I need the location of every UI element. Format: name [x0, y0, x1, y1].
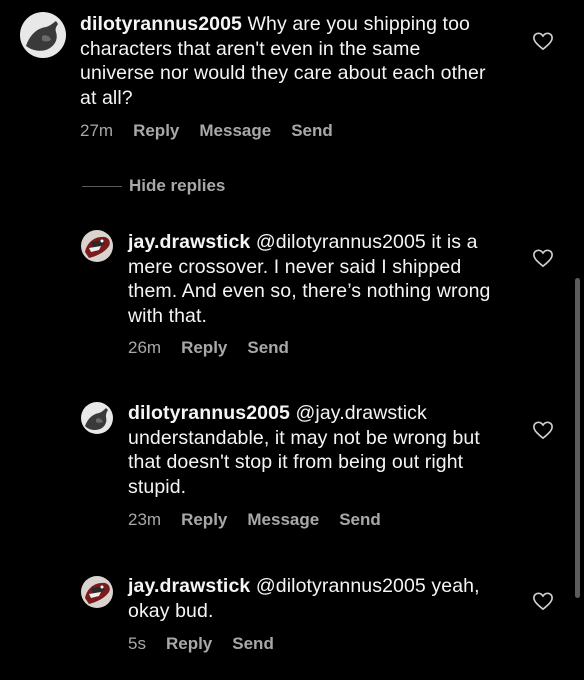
- comment-time: 5s: [128, 634, 146, 653]
- heart-icon[interactable]: [532, 591, 554, 611]
- comment-text: jay.drawstick @dilotyrannus2005 yeah, ok…: [128, 574, 500, 623]
- message-button[interactable]: Message: [199, 121, 271, 140]
- comment-text: jay.drawstick @dilotyrannus2005 it is a …: [128, 230, 500, 328]
- comment-time: 26m: [128, 338, 162, 357]
- avatar[interactable]: [20, 12, 66, 58]
- reply-button[interactable]: Reply: [133, 121, 179, 140]
- comment-username[interactable]: jay.drawstick: [128, 575, 250, 597]
- reply-button[interactable]: Reply: [181, 338, 227, 357]
- send-button[interactable]: Send: [291, 121, 333, 140]
- send-button[interactable]: Send: [247, 338, 289, 357]
- comment-username[interactable]: dilotyrannus2005: [128, 402, 290, 424]
- heart-icon[interactable]: [532, 31, 554, 51]
- reply-button[interactable]: Reply: [181, 510, 227, 529]
- comment-meta: 26m Reply Send: [128, 338, 309, 358]
- avatar[interactable]: [81, 230, 113, 262]
- comment-text: dilotyrannus2005 @jay.drawstick understa…: [128, 401, 500, 499]
- comment-username[interactable]: jay.drawstick: [128, 231, 250, 253]
- comment-time: 23m: [128, 510, 162, 529]
- message-button[interactable]: Message: [247, 510, 319, 529]
- avatar[interactable]: [81, 402, 113, 434]
- send-button[interactable]: Send: [232, 634, 274, 653]
- comment-username[interactable]: dilotyrannus2005: [80, 13, 242, 35]
- comment-time: 27m: [80, 121, 114, 140]
- comment-meta: 5s Reply Send: [128, 634, 294, 654]
- heart-icon[interactable]: [532, 420, 554, 440]
- hide-replies-label[interactable]: Hide replies: [129, 176, 225, 196]
- scrollbar[interactable]: [575, 278, 580, 598]
- comment-meta: 23m Reply Message Send: [128, 510, 401, 530]
- reply-button[interactable]: Reply: [166, 634, 212, 653]
- avatar[interactable]: [81, 576, 113, 608]
- heart-icon[interactable]: [532, 248, 554, 268]
- comment-meta: 27m Reply Message Send: [80, 121, 353, 141]
- hide-replies-toggle[interactable]: Hide replies: [82, 175, 225, 197]
- divider: [82, 185, 122, 187]
- comment-text: dilotyrannus2005 Why are you shipping to…: [80, 12, 490, 110]
- send-button[interactable]: Send: [339, 510, 381, 529]
